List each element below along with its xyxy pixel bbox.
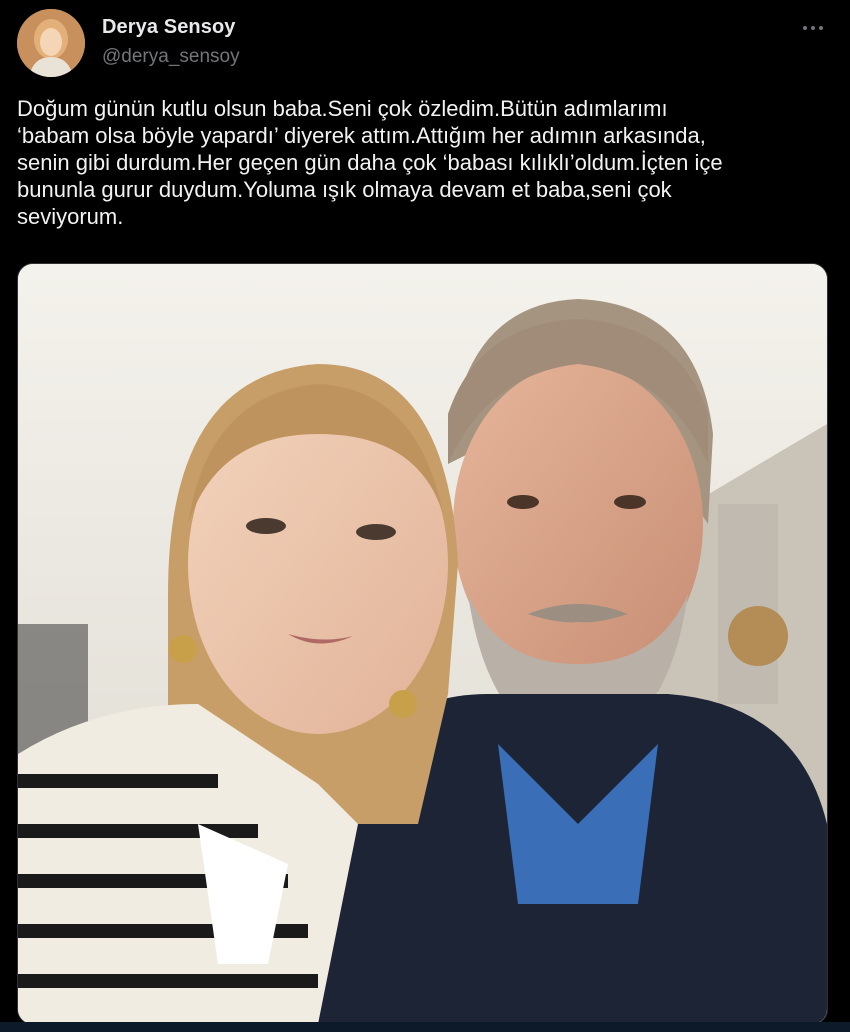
tweet: Derya Sensoy @derya_sensoy Doğum günün k…	[0, 0, 850, 1032]
display-name[interactable]: Derya Sensoy	[102, 16, 236, 39]
user-handle[interactable]: @derya_sensoy	[102, 46, 240, 68]
more-options-button[interactable]	[796, 14, 830, 42]
avatar-image	[17, 9, 85, 77]
photo-image	[18, 264, 827, 1024]
tweet-photo[interactable]	[17, 263, 828, 1025]
bottom-bar	[0, 1022, 850, 1032]
tweet-text: Doğum günün kutlu olsun baba.Seni çok öz…	[17, 96, 723, 229]
more-horizontal-icon	[803, 26, 807, 30]
avatar[interactable]	[17, 9, 85, 77]
